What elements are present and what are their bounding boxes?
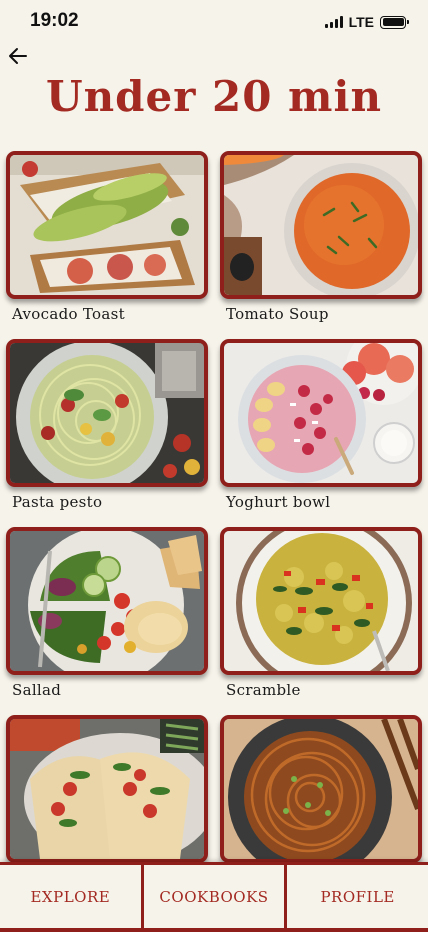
recipe-photo-tomato-soup: [220, 151, 422, 299]
recipe-card-tomato-soup[interactable]: Tomato Soup: [220, 151, 422, 339]
bottom-border: [0, 928, 428, 932]
recipe-label: Tomato Soup: [226, 305, 329, 323]
recipe-photo-noodles: [220, 715, 422, 863]
network-type: LTE: [348, 14, 374, 30]
signal-icon: [324, 16, 343, 28]
status-indicators: LTE: [324, 14, 409, 30]
battery-icon: [380, 15, 409, 29]
tab-explore[interactable]: EXPLORE: [0, 865, 141, 928]
bottom-tab-bar: EXPLORE COOKBOOKS PROFILE: [0, 862, 428, 928]
recipe-grid: Avocado Toast Tomato Soup Pasta pesto Yo…: [6, 151, 422, 903]
page-title: Under 20 min: [45, 72, 382, 121]
recipe-label: Pasta pesto: [12, 493, 103, 511]
recipe-photo-pasta-pesto: [6, 339, 208, 487]
recipe-card-sallad[interactable]: Sallad: [6, 527, 208, 715]
tab-profile[interactable]: PROFILE: [284, 865, 428, 928]
recipe-label: Sallad: [12, 681, 62, 699]
recipe-photo-yoghurt-bowl: [220, 339, 422, 487]
recipe-photo-scramble: [220, 527, 422, 675]
tab-cookbooks[interactable]: COOKBOOKS: [140, 865, 285, 928]
status-time: 19:02: [30, 10, 79, 31]
recipe-label: Scramble: [226, 681, 301, 699]
recipe-list-screen: 19:02 LTE Under 20 min Avocado Toast Tom…: [0, 0, 428, 932]
back-button[interactable]: [6, 44, 30, 68]
recipe-label: Avocado Toast: [12, 305, 125, 323]
recipe-card-yoghurt-bowl[interactable]: Yoghurt bowl: [220, 339, 422, 527]
recipe-card-scramble[interactable]: Scramble: [220, 527, 422, 715]
recipe-photo-tacos: [6, 715, 208, 863]
recipe-photo-avocado-toast: [6, 151, 208, 299]
recipe-label: Yoghurt bowl: [226, 493, 331, 511]
status-bar: 19:02 LTE: [0, 0, 428, 44]
arrow-left-icon: [9, 48, 27, 64]
recipe-card-avocado-toast[interactable]: Avocado Toast: [6, 151, 208, 339]
recipe-card-pasta-pesto[interactable]: Pasta pesto: [6, 339, 208, 527]
recipe-photo-sallad: [6, 527, 208, 675]
